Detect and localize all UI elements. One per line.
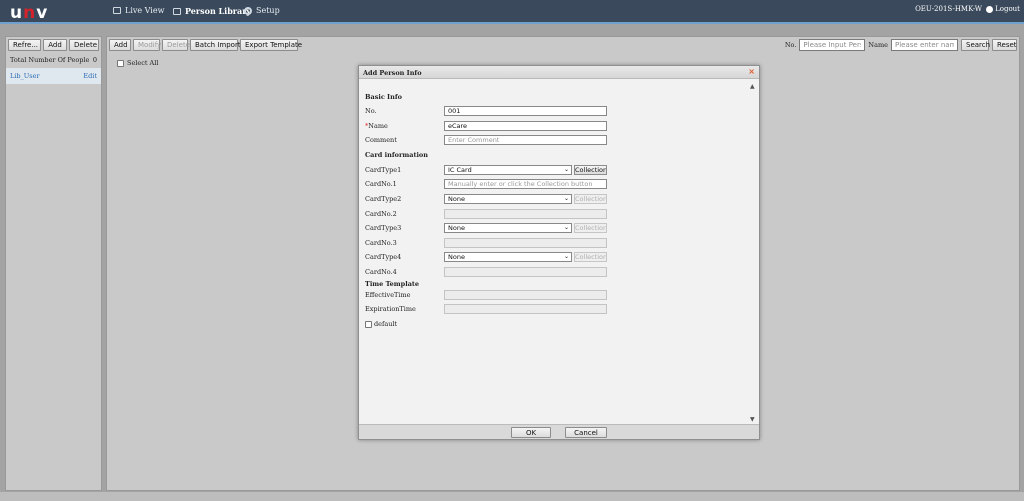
cardtype2-value: None (448, 195, 465, 203)
dialog-body: Basic Info No. 001 *Name eCare Comment E… (359, 80, 749, 425)
cardno4-label: CardNo.4 (365, 268, 397, 276)
time-template-heading: Time Template (365, 280, 420, 288)
top-bar: unv Live View Person Library Setup OEU-2… (0, 0, 1024, 24)
scroll-down-icon[interactable]: ▼ (750, 416, 755, 423)
basic-info-heading: Basic Info (365, 93, 402, 101)
dialog-footer: OK Cancel (359, 424, 759, 439)
scroll-up-icon[interactable]: ▲ (750, 83, 755, 90)
cardno2-input[interactable] (444, 209, 607, 219)
effective-time-input[interactable] (444, 290, 607, 300)
cardno3-label: CardNo.3 (365, 239, 397, 247)
person-toolbar: Add Modify Delete Batch Import Export Te… (109, 39, 302, 51)
search-name-input[interactable] (891, 39, 958, 51)
search-button[interactable]: Search (961, 39, 990, 51)
close-icon[interactable]: × (748, 67, 755, 76)
total-people-label: Total Number Of People (10, 56, 90, 64)
dialog-header: Add Person Info × (359, 66, 759, 79)
chevron-down-icon: ⌄ (563, 253, 569, 260)
cardtype1-label: CardType1 (365, 166, 402, 174)
cardtype4-select[interactable]: None ⌄ (444, 252, 572, 262)
no-label: No. (365, 107, 377, 115)
cardno4-input[interactable] (444, 267, 607, 277)
comment-input[interactable]: Enter Comment (444, 135, 607, 145)
search-no-label: No. (784, 41, 797, 49)
gear-icon (244, 6, 252, 15)
logout-button[interactable]: Logout (986, 5, 1020, 13)
cardtype1-select[interactable]: IC Card ⌄ (444, 165, 572, 175)
library-name[interactable]: Lib_User (10, 72, 40, 80)
nav-live-view[interactable]: Live View (113, 6, 164, 15)
monitor-icon (113, 7, 121, 14)
cardtype1-value: IC Card (448, 166, 472, 174)
ok-button[interactable]: OK (511, 426, 551, 438)
search-name-label: Name (868, 41, 888, 49)
dialog-title: Add Person Info (363, 69, 422, 77)
search-bar: No. Name Search Reset (785, 39, 1017, 51)
collection-button-3[interactable]: Collection (574, 223, 607, 233)
cardtype2-select[interactable]: None ⌄ (444, 194, 572, 204)
add-person-button[interactable]: Add (109, 39, 131, 51)
select-all-checkbox[interactable] (117, 59, 124, 67)
cardtype2-label: CardType2 (365, 195, 402, 203)
status-bar (0, 492, 1024, 501)
cardtype3-select[interactable]: None ⌄ (444, 223, 572, 233)
batch-import-button[interactable]: Batch Import (190, 39, 241, 51)
nav-person-library[interactable]: Person Library (173, 6, 251, 16)
logout-label: Logout (995, 5, 1020, 13)
modify-person-button[interactable]: Modify (133, 39, 161, 51)
collection-button-2[interactable]: Collection (574, 194, 607, 204)
chevron-down-icon: ⌄ (563, 224, 569, 231)
library-sidebar: Refre... Add Delete Total Number Of Peop… (5, 36, 102, 491)
refresh-button[interactable]: Refre... (8, 39, 41, 51)
reset-button[interactable]: Reset (992, 39, 1017, 51)
person-card-icon (173, 7, 181, 15)
cardno1-input[interactable]: Manually enter or click the Collection b… (444, 179, 607, 189)
delete-person-button[interactable]: Delete (162, 39, 190, 51)
collection-button-1[interactable]: Collection (574, 165, 607, 175)
no-input[interactable]: 001 (444, 106, 607, 116)
chevron-down-icon: ⌄ (563, 166, 569, 173)
name-label: *Name (365, 122, 388, 130)
chevron-down-icon: ⌄ (563, 195, 569, 202)
expiration-time-input[interactable] (444, 304, 607, 314)
default-checkbox[interactable] (365, 320, 372, 328)
delete-library-button[interactable]: Delete (69, 39, 99, 51)
cardtype3-label: CardType3 (365, 224, 402, 232)
nav-setup-label: Setup (256, 6, 280, 15)
name-label-text: Name (368, 122, 388, 130)
device-name: OEU-201S-HMK-W (915, 5, 982, 13)
total-people-value: 0 (92, 56, 97, 64)
brand-logo: unv (10, 3, 49, 23)
cardtype4-value: None (448, 253, 465, 261)
effective-time-label: EffectiveTime (365, 291, 411, 299)
library-item-lib-user[interactable]: Lib_User Edit (6, 68, 101, 84)
collection-button-4[interactable]: Collection (574, 252, 607, 262)
nav-live-view-label: Live View (125, 6, 165, 15)
cardno3-input[interactable] (444, 238, 607, 248)
cardno1-label: CardNo.1 (365, 180, 397, 188)
total-people-row: Total Number Of People 0 (6, 53, 101, 67)
default-label: default (374, 320, 398, 328)
add-person-dialog: Add Person Info × Basic Info No. 001 *Na… (358, 65, 760, 440)
export-template-button[interactable]: Export Template (240, 39, 302, 51)
comment-label: Comment (365, 136, 397, 144)
cardno2-label: CardNo.2 (365, 210, 397, 218)
logout-icon (986, 5, 994, 13)
default-row[interactable]: default (365, 320, 397, 328)
expiration-time-label: ExpirationTime (365, 305, 416, 313)
cardtype4-label: CardType4 (365, 253, 402, 261)
dialog-scrollbar[interactable]: ▲ ▼ (748, 80, 758, 425)
select-all-row[interactable]: Select All (117, 59, 158, 67)
select-all-label: Select All (127, 59, 159, 67)
cancel-button[interactable]: Cancel (565, 426, 607, 438)
nav-person-library-label: Person Library (185, 6, 252, 16)
library-edit-link[interactable]: Edit (83, 72, 97, 80)
cardtype3-value: None (448, 224, 465, 232)
name-input[interactable]: eCare (444, 121, 607, 131)
nav-setup[interactable]: Setup (244, 6, 280, 15)
add-library-button[interactable]: Add (43, 39, 67, 51)
card-info-heading: Card information (365, 151, 428, 159)
search-no-input[interactable] (799, 39, 866, 51)
